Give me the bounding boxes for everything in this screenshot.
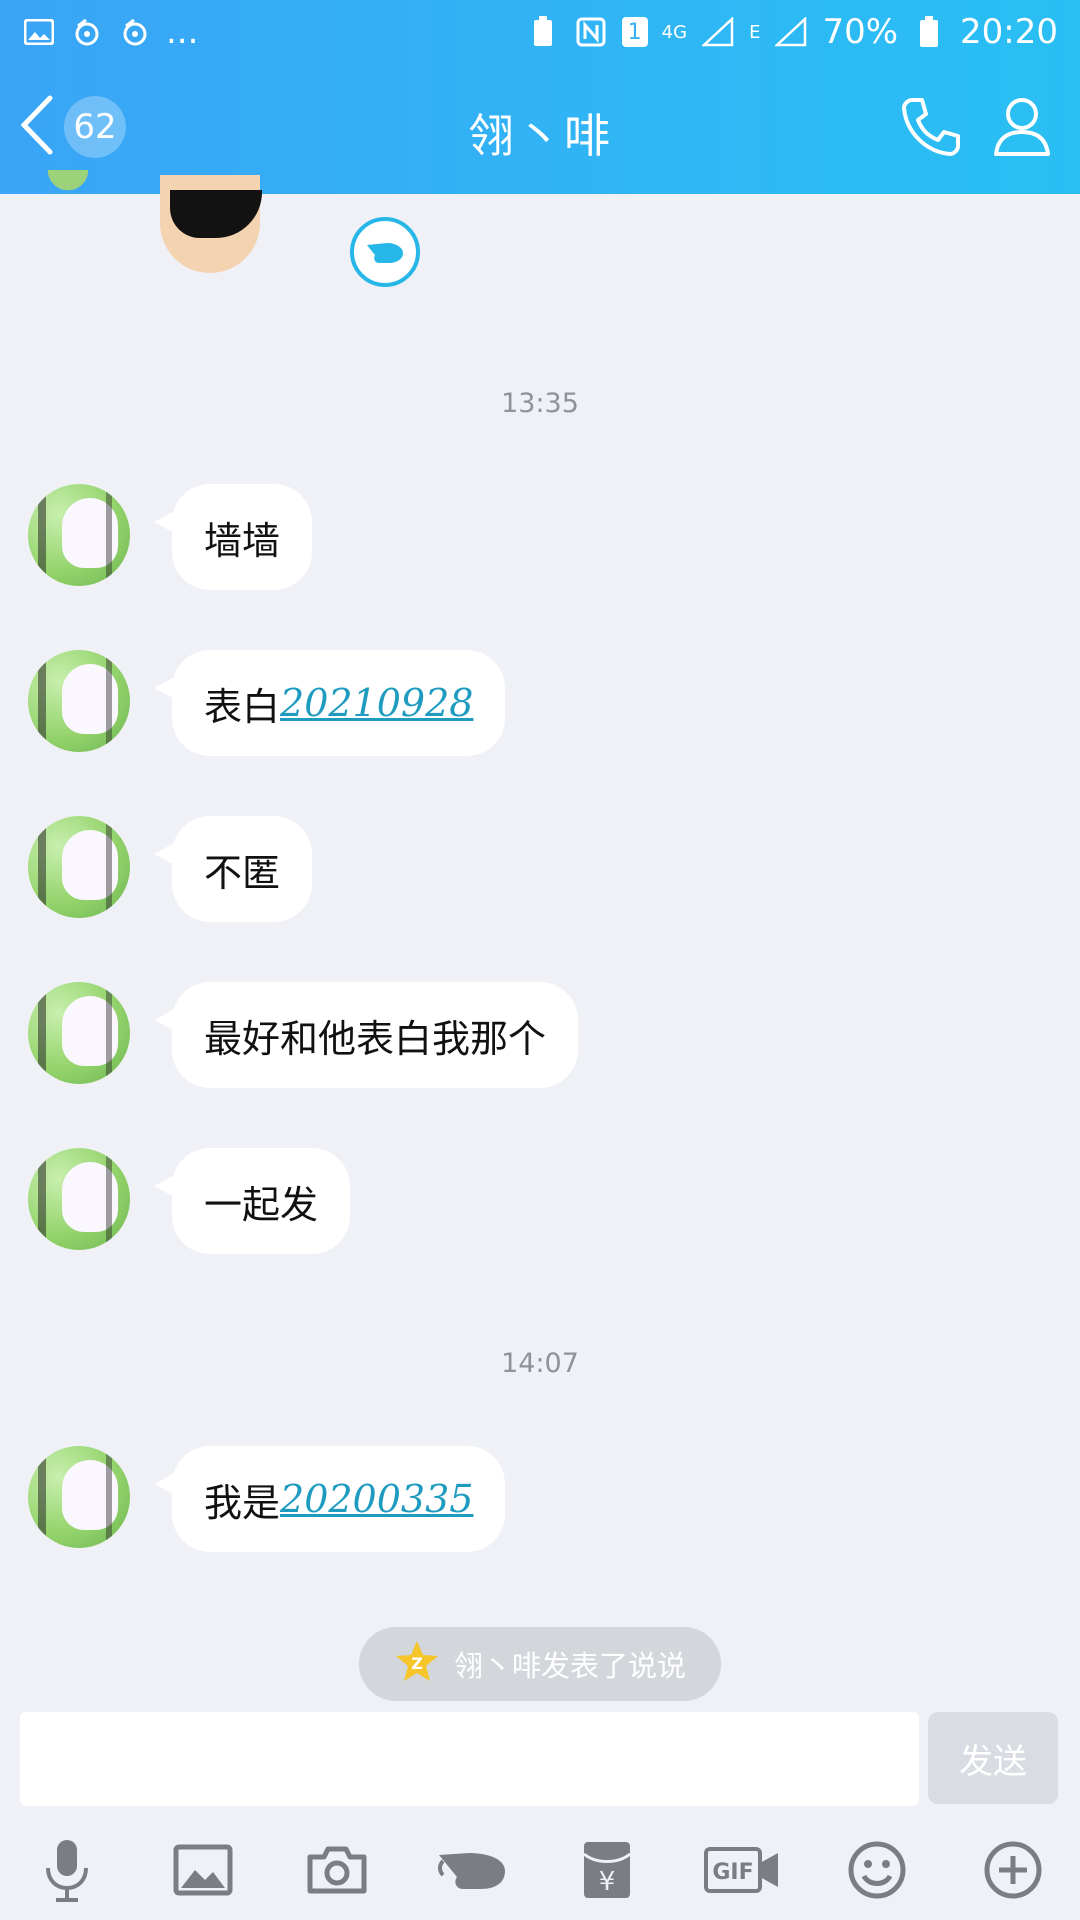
app-notification-icon <box>70 15 104 49</box>
message-bubble[interactable]: 最好和他表白我那个 <box>153 982 579 1088</box>
network-type-e: E <box>749 21 761 43</box>
message-input[interactable] <box>20 1712 919 1806</box>
message-bubble[interactable]: 我是 20200335 <box>153 1446 506 1552</box>
message-text: 最好和他表白我那个 <box>204 1016 547 1061</box>
image-icon[interactable] <box>158 1830 248 1910</box>
signal-icon <box>774 15 808 49</box>
avatar[interactable] <box>28 170 108 200</box>
message-text: 一起发 <box>204 1182 319 1227</box>
signal-icon <box>701 15 735 49</box>
sim-slot-icon: 1 <box>621 17 648 47</box>
poke-reply-button[interactable] <box>350 217 420 287</box>
profile-icon[interactable] <box>990 94 1054 162</box>
avatar[interactable] <box>28 982 130 1084</box>
status-bar-right: 1 4G E 70% 20:20 <box>526 12 1058 52</box>
message-timestamp: 14:07 <box>501 1348 579 1379</box>
battery-percent: 70% <box>822 12 899 52</box>
poke-icon[interactable] <box>427 1830 517 1910</box>
avatar[interactable] <box>28 650 130 752</box>
send-button[interactable]: 发送 <box>928 1712 1058 1804</box>
message-bubble[interactable]: 不匿 <box>153 816 313 922</box>
message-link[interactable]: 20200335 <box>280 1477 473 1521</box>
message-text: 不匿 <box>204 850 281 895</box>
notice-text: 翎丶啡发表了说说 <box>453 1649 686 1683</box>
message-bubble[interactable]: 墙墙 <box>153 484 313 590</box>
status-bar: ... 1 4G E 70% 20:20 <box>0 0 1080 64</box>
nfc-icon <box>574 15 608 49</box>
input-toolbar: ¥ GIF <box>0 1830 1080 1910</box>
avatar[interactable] <box>28 1446 130 1548</box>
red-packet-icon[interactable]: ¥ <box>562 1830 652 1910</box>
phone-call-icon[interactable] <box>898 94 962 162</box>
status-bar-left: ... <box>22 12 198 52</box>
message-bubble[interactable]: 一起发 <box>153 1148 351 1254</box>
clock: 20:20 <box>960 12 1058 52</box>
qzone-post-notice[interactable]: Z 翎丶啡发表了说说 <box>359 1627 721 1701</box>
message-text: 表白 <box>204 684 281 729</box>
battery-icon <box>912 15 946 49</box>
avatar[interactable] <box>28 484 130 586</box>
svg-text:GIF: GIF <box>712 1860 753 1885</box>
gif-icon[interactable]: GIF <box>697 1830 787 1910</box>
qzone-star-icon: Z <box>394 1639 440 1690</box>
app-notification-icon <box>118 15 152 49</box>
avatar[interactable] <box>28 816 130 918</box>
gallery-notification-icon <box>22 15 56 49</box>
battery-saver-icon <box>526 15 560 49</box>
more-notifications-text: ... <box>166 12 199 52</box>
chat-header: ... 1 4G E 70% 20:20 62 翎丶啡 <box>0 0 1080 194</box>
avatar[interactable] <box>28 1148 130 1250</box>
message-text: 我是 <box>204 1480 281 1525</box>
message-text: 墙墙 <box>204 518 281 563</box>
camera-icon[interactable] <box>292 1830 382 1910</box>
plus-icon[interactable] <box>968 1830 1058 1910</box>
microphone-icon[interactable] <box>22 1830 112 1910</box>
message-timestamp: 13:35 <box>501 388 579 419</box>
emoji-icon[interactable] <box>832 1830 922 1910</box>
svg-text:¥: ¥ <box>599 1867 616 1897</box>
message-bubble[interactable]: 表白 20210928 <box>153 650 506 756</box>
message-link[interactable]: 20210928 <box>280 681 473 725</box>
network-type-4g: 4G <box>661 21 688 43</box>
svg-text:Z: Z <box>411 1654 423 1673</box>
